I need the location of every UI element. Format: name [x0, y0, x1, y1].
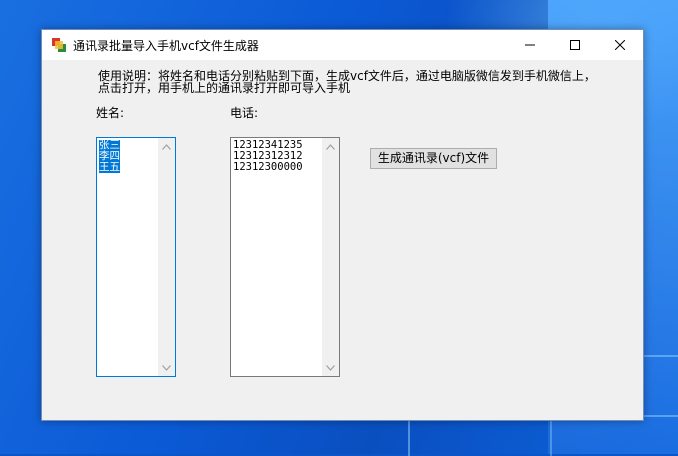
phones-textbox[interactable]: 12312341235 12312312312 12312300000: [230, 137, 340, 377]
scroll-up-icon: [162, 143, 171, 150]
window-title: 通讯录批量导入手机vcf文件生成器: [73, 39, 259, 53]
names-textbox[interactable]: 张三 李四 王五: [96, 137, 176, 377]
phone-label: 电话:: [230, 106, 259, 120]
maximize-icon: [569, 40, 580, 50]
instructions-line-2: 点击打开，用手机上的通讯录打开即可导入手机: [98, 81, 351, 95]
generate-vcf-button[interactable]: 生成通讯录(vcf)文件: [370, 148, 497, 169]
scroll-down-icon: [162, 364, 171, 371]
close-button[interactable]: [597, 30, 642, 60]
phones-scrollbar[interactable]: [322, 138, 339, 376]
maximize-button[interactable]: [552, 30, 597, 60]
names-scrollbar[interactable]: [158, 138, 175, 376]
app-icon[interactable]: [52, 38, 66, 52]
scroll-down-icon: [326, 364, 335, 371]
title-bar[interactable]: 通讯录批量导入手机vcf文件生成器: [42, 30, 643, 60]
instructions-text: 使用说明：将姓名和电话分别粘贴到下面，生成vcf文件后，通过电脑版微信发到手机微…: [98, 70, 618, 94]
names-scroll-down[interactable]: [158, 359, 175, 376]
minimize-button[interactable]: [507, 30, 552, 60]
phones-content: 12312341235 12312312312 12312300000: [233, 140, 321, 173]
minimize-icon: [524, 44, 535, 46]
phones-scroll-up[interactable]: [322, 138, 339, 155]
phones-scroll-down[interactable]: [322, 359, 339, 376]
names-scroll-up[interactable]: [158, 138, 175, 155]
phone-line: 12312300000: [233, 161, 303, 173]
app-window: 通讯录批量导入手机vcf文件生成器 使用说明：将姓名和电话分别粘贴到下面，生成v…: [41, 29, 644, 421]
scroll-up-icon: [326, 143, 335, 150]
name-line: 王五: [99, 161, 120, 173]
close-icon: [614, 40, 625, 50]
wallpaper-pane-line: [642, 355, 678, 357]
name-label: 姓名:: [96, 106, 125, 120]
wallpaper-pane-lines: [400, 415, 678, 456]
client-area: 使用说明：将姓名和电话分别粘贴到下面，生成vcf文件后，通过电脑版微信发到手机微…: [42, 60, 643, 420]
names-content: 张三 李四 王五: [99, 140, 157, 173]
